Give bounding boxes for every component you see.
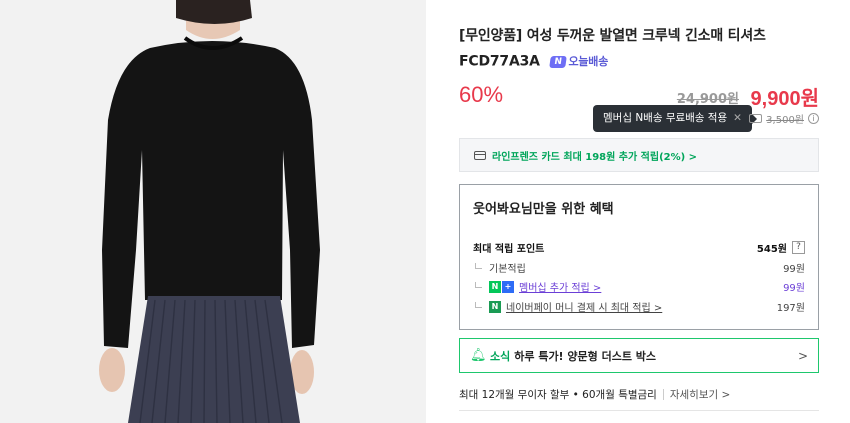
shipping-fee-value: 3,500원 [766, 115, 804, 126]
product-info-panel: [무인양품] 여성 두꺼운 발열면 크루넥 긴소매 티셔츠 FCD77A3A N… [459, 0, 819, 423]
bell-icon: 🔔︎ [470, 347, 487, 363]
info-icon[interactable]: i [808, 113, 819, 124]
today-delivery-label: 오늘배송 [568, 55, 609, 68]
max-points-label: 최대 적립 포인트 [473, 244, 545, 255]
sale-price: 9,900원 [750, 88, 819, 110]
news-label: 소식 [490, 349, 511, 363]
installment-info: 최대 12개월 무이자 할부 • 60개월 특별금리 자세히보기 > [459, 387, 730, 402]
benefits-title: 웃어봐요님만을 위한 혜택 [473, 202, 614, 217]
shipping-tooltip: 멤버십 N배송 무료배송 적용 ✕ [593, 105, 757, 132]
naver-n-icon: N [549, 55, 568, 68]
naver-pay-icon: N [489, 300, 501, 313]
shipping-fee: 3,500원 i [749, 111, 819, 126]
tree-elbow-icon [475, 301, 482, 308]
naverpay-link[interactable]: 네이버페이 머니 결제 시 최대 적립 > [506, 299, 662, 314]
tooltip-close-icon[interactable]: ✕ [733, 112, 742, 124]
benefit-row-value: 99원 [783, 283, 805, 294]
help-icon[interactable]: ? [792, 241, 805, 254]
max-points-value: 545원 [756, 244, 787, 255]
naver-n-icon: N [489, 280, 501, 293]
plus-icon: + [502, 280, 514, 293]
chevron-right-icon: > [797, 348, 808, 363]
tree-elbow-icon [475, 281, 482, 288]
product-title: [무인양품] 여성 두꺼운 발열면 크루넥 긴소매 티셔츠 FCD77A3A N… [459, 24, 819, 75]
benefit-row-value: 197원 [776, 303, 805, 314]
product-photo-illustration [0, 0, 426, 423]
tree-elbow-icon [475, 262, 482, 269]
details-link[interactable]: 자세히보기 > [670, 387, 730, 402]
credit-card-icon [474, 150, 486, 160]
card-promo-text: 라인프렌즈 카드 최대 198원 추가 적립(2%) > [492, 151, 698, 163]
installment-text: 최대 12개월 무이자 할부 • 60개월 특별금리 [459, 389, 657, 401]
product-image[interactable] [0, 0, 426, 423]
divider [459, 410, 819, 411]
today-delivery-badge[interactable]: N 오늘배송 [549, 49, 609, 74]
discount-rate: 60% [459, 82, 504, 107]
news-text: 하루 특가! 양문형 더스트 박스 [514, 349, 657, 363]
truck-icon [749, 114, 763, 123]
max-points-row: 최대 적립 포인트 545원 ? [473, 240, 805, 255]
benefit-row-basic: 기본적립 99원 [473, 260, 805, 275]
benefit-row-label: 기본적립 [489, 264, 526, 275]
divider [662, 389, 664, 400]
product-title-text: [무인양품] 여성 두꺼운 발열면 크루넥 긴소매 티셔츠 FCD77A3A [459, 28, 766, 70]
membership-link[interactable]: 멤버십 추가 적립 > [519, 279, 601, 294]
benefit-row-membership: N + 멤버십 추가 적립 > 99원 [473, 279, 805, 294]
news-banner[interactable]: 🔔︎ 소식 하루 특가! 양문형 더스트 박스 > [459, 338, 819, 373]
card-promo-banner[interactable]: 라인프렌즈 카드 최대 198원 추가 적립(2%) > [459, 138, 819, 172]
shipping-tooltip-text: 멤버십 N배송 무료배송 적용 [603, 112, 728, 124]
benefit-row-naverpay: N 네이버페이 머니 결제 시 최대 적립 > 197원 [473, 299, 805, 314]
benefit-row-value: 99원 [783, 264, 805, 275]
